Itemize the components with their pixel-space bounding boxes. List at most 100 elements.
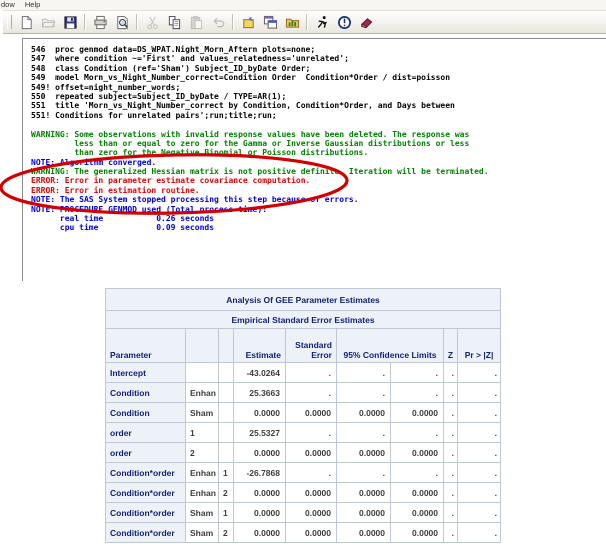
cell-ci-low: . <box>337 363 391 383</box>
cell-parameter: order <box>106 443 186 463</box>
cell-ci-high: 0.0000 <box>391 443 444 463</box>
cell-level1: Enhan <box>186 483 219 503</box>
print-icon[interactable] <box>90 12 110 32</box>
cell-parameter: Condition <box>106 383 186 403</box>
cell-estimate: 0.0000 <box>234 483 286 503</box>
cell-stderr: 0.0000 <box>286 503 337 523</box>
log-code-line: 546 proc genmod data=DS_WPAT.Night_Morn_… <box>31 45 489 54</box>
cell-estimate: 25.3663 <box>234 383 286 403</box>
cell-stderr: . <box>286 463 337 483</box>
cell-z: . <box>444 383 458 403</box>
cell-pr: . <box>458 383 501 403</box>
table-title: Analysis Of GEE Parameter Estimates <box>106 289 501 311</box>
cell-ci-low: 0.0000 <box>337 403 391 423</box>
cell-ci-low: 0.0000 <box>337 443 391 463</box>
cell-ci-low: 0.0000 <box>337 483 391 503</box>
cell-estimate: 0.0000 <box>234 503 286 523</box>
log-message-line: ERROR: Error in parameter estimate covar… <box>31 176 489 185</box>
log-message-line: real time 0.26 seconds <box>31 214 489 223</box>
print-preview-icon[interactable] <box>112 12 132 32</box>
cell-ci-high: 0.0000 <box>391 403 444 423</box>
results-folder-icon[interactable] <box>282 12 302 32</box>
cell-level1: Sham <box>186 403 219 423</box>
cell-z: . <box>444 363 458 383</box>
cell-z: . <box>444 483 458 503</box>
cell-level2: 1 <box>219 463 234 483</box>
results-viewer: Analysis Of GEE Parameter Estimates Empi… <box>105 288 501 543</box>
cell-ci-low: 0.0000 <box>337 523 391 543</box>
cell-level1: 1 <box>186 423 219 443</box>
cell-estimate: 0.0000 <box>234 403 286 423</box>
toolbar-gripper[interactable] <box>7 15 12 29</box>
cell-ci-low: . <box>337 463 391 483</box>
col-header-level1 <box>186 329 219 363</box>
log-code-line: 550 repeated subject=Subject_ID_byDate /… <box>31 92 489 101</box>
cell-level2 <box>219 363 234 383</box>
table-row: Condition*order Sham 1 0.0000 0.0000 0.0… <box>106 503 501 523</box>
break-icon[interactable] <box>334 12 354 32</box>
cell-level2: 2 <box>219 523 234 543</box>
log-code-line: 549 model Morn_vs_Night_Number_correct=C… <box>31 73 489 82</box>
cell-pr: . <box>458 463 501 483</box>
col-header-z: Z <box>444 329 458 363</box>
submit-icon[interactable] <box>312 12 332 32</box>
menu-window-partial[interactable]: dow <box>0 0 19 10</box>
explorer-icon[interactable] <box>260 12 280 32</box>
cell-z: . <box>444 463 458 483</box>
menu-help[interactable]: Help <box>21 0 44 10</box>
copy-icon[interactable] <box>164 12 184 32</box>
cell-stderr: 0.0000 <box>286 483 337 503</box>
log-message-line: NOTE: The SAS System stopped processing … <box>31 195 489 204</box>
cell-stderr: . <box>286 383 337 403</box>
cell-ci-high: . <box>391 423 444 443</box>
cell-z: . <box>444 523 458 543</box>
cell-parameter: Condition*order <box>106 463 186 483</box>
table-row: Condition Sham 0.0000 0.0000 0.0000 0.00… <box>106 403 501 423</box>
cell-level1: 2 <box>186 443 219 463</box>
cell-level2: 1 <box>219 503 234 523</box>
log-message-line: NOTE: Algorithm converged. <box>31 158 489 167</box>
toolbar-separator <box>84 14 86 30</box>
toolbar <box>3 10 606 34</box>
col-header-parameter: Parameter <box>106 329 186 363</box>
cell-level1: Sham <box>186 523 219 543</box>
new-document-icon[interactable] <box>16 12 36 32</box>
cell-estimate: 0.0000 <box>234 523 286 543</box>
cell-estimate: 25.5327 <box>234 423 286 443</box>
cell-estimate: 0.0000 <box>234 443 286 463</box>
col-header-estimate: Estimate <box>234 329 286 363</box>
cell-ci-low: . <box>337 423 391 443</box>
col-header-stderr: Standard Error <box>286 329 337 363</box>
undo-icon[interactable] <box>208 12 228 32</box>
log-code-line: 548 class Condition (ref='Sham') Subject… <box>31 64 489 73</box>
log-window[interactable]: 546 proc genmod data=DS_WPAT.Night_Morn_… <box>22 38 606 281</box>
table-row: Condition*order Sham 2 0.0000 0.0000 0.0… <box>106 523 501 543</box>
col-header-level2 <box>219 329 234 363</box>
cell-parameter: Condition*order <box>106 483 186 503</box>
paste-icon[interactable] <box>186 12 206 32</box>
clear-all-icon[interactable] <box>356 12 376 32</box>
cell-stderr: 0.0000 <box>286 523 337 543</box>
cell-pr: . <box>458 363 501 383</box>
cell-level1 <box>186 363 219 383</box>
cell-pr: . <box>458 423 501 443</box>
cell-parameter: order <box>106 423 186 443</box>
cell-level1: Sham <box>186 503 219 523</box>
toolbar-separator <box>306 14 308 30</box>
cell-ci-high: 0.0000 <box>391 523 444 543</box>
open-folder-icon[interactable] <box>38 12 58 32</box>
table-row: Condition Enhan 25.3663 . . . . . <box>106 383 501 403</box>
log-code-line: 551 title 'Morn_vs_Night_Number_correct … <box>31 101 489 110</box>
save-icon[interactable] <box>60 12 80 32</box>
new-library-icon[interactable] <box>238 12 258 32</box>
cut-icon[interactable] <box>142 12 162 32</box>
cell-level1: Enhan <box>186 383 219 403</box>
toolbar-separator <box>136 14 138 30</box>
table-row: order 2 0.0000 0.0000 0.0000 0.0000 . . <box>106 443 501 463</box>
cell-parameter: Condition*order <box>106 503 186 523</box>
table-row: order 1 25.5327 . . . . . <box>106 423 501 443</box>
cell-stderr: . <box>286 363 337 383</box>
cell-ci-high: . <box>391 463 444 483</box>
cell-stderr: . <box>286 423 337 443</box>
gee-parameter-estimates-table: Analysis Of GEE Parameter Estimates Empi… <box>105 288 501 543</box>
